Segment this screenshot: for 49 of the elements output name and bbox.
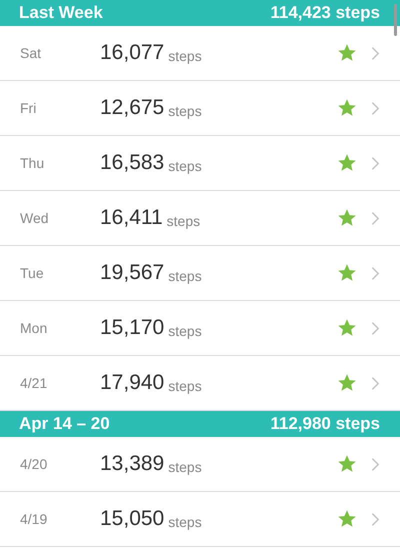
day-label: Mon bbox=[20, 320, 48, 336]
chevron-right-icon bbox=[371, 376, 380, 390]
chevron-right-icon bbox=[371, 320, 380, 336]
day-label: 4/20 bbox=[20, 456, 48, 472]
step-count: 15,170 bbox=[100, 316, 164, 340]
step-count: 16,411 bbox=[100, 206, 163, 230]
step-count: 12,675 bbox=[100, 96, 164, 120]
day-row[interactable]: Tue 19,567 steps bbox=[0, 246, 400, 301]
steps-unit: steps bbox=[168, 378, 202, 394]
day-label: Thu bbox=[20, 155, 46, 171]
day-label: 4/19 bbox=[20, 511, 48, 527]
chevron-right-icon bbox=[371, 512, 380, 526]
chevron-right-icon bbox=[371, 456, 380, 472]
day-label: 4/21 bbox=[20, 375, 48, 391]
steps-unit: steps bbox=[168, 102, 202, 118]
day-row[interactable]: Fri 12,675 steps bbox=[0, 81, 400, 136]
chevron-right-icon bbox=[371, 266, 380, 280]
day-row[interactable]: Wed 16,411 steps bbox=[0, 191, 400, 246]
day-row[interactable]: Thu 16,583 steps bbox=[0, 136, 400, 191]
scrollbar bbox=[394, 4, 397, 36]
steps-unit: steps bbox=[168, 322, 202, 338]
section-title: Last Week bbox=[19, 3, 103, 23]
day-label: Tue bbox=[20, 265, 45, 281]
steps-unit: steps bbox=[166, 212, 200, 228]
section-title: Apr 14 – 20 bbox=[19, 414, 110, 434]
step-count: 15,050 bbox=[100, 507, 164, 531]
steps-unit: steps bbox=[168, 158, 202, 174]
day-row[interactable]: 4/19 15,050 steps bbox=[0, 492, 400, 547]
steps-unit: steps bbox=[168, 514, 202, 530]
section-total: 114,423 steps bbox=[270, 3, 380, 23]
chevron-right-icon bbox=[371, 156, 380, 170]
step-count: 16,077 bbox=[100, 41, 164, 65]
chevron-right-icon bbox=[371, 46, 380, 60]
chevron-right-icon bbox=[371, 100, 380, 116]
step-count: 16,583 bbox=[100, 151, 164, 175]
section-total: 112,980 steps bbox=[270, 414, 380, 434]
day-label: Sat bbox=[20, 45, 42, 61]
step-count: 17,940 bbox=[100, 371, 164, 395]
day-label: Fri bbox=[20, 100, 38, 116]
day-row[interactable]: 4/20 13,389 steps bbox=[0, 437, 400, 492]
step-count: 13,389 bbox=[100, 452, 164, 476]
day-row[interactable]: Mon 15,170 steps bbox=[0, 301, 400, 356]
chevron-right-icon bbox=[371, 210, 380, 226]
steps-unit: steps bbox=[168, 458, 202, 474]
step-count: 19,567 bbox=[100, 261, 164, 285]
day-row[interactable]: Sat 16,077 steps bbox=[0, 26, 400, 81]
day-label: Wed bbox=[20, 210, 50, 226]
steps-unit: steps bbox=[168, 268, 202, 284]
steps-unit: steps bbox=[168, 48, 202, 64]
